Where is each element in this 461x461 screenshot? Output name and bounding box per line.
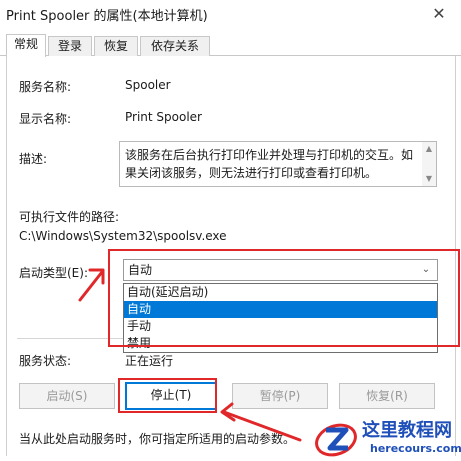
- pause-button[interactable]: 暂停(P): [232, 383, 328, 409]
- exec-path-value: C:\Windows\System32\spoolsv.exe: [19, 229, 227, 243]
- service-name-value: Spooler: [125, 78, 171, 92]
- description-box[interactable]: 该服务在后台执行打印作业并处理与打印机的交互。如果关闭该服务，则无法进行打印或查…: [119, 141, 437, 187]
- service-name-label: 服务名称:: [19, 80, 72, 94]
- startup-option-auto-delayed[interactable]: 自动(延迟启动): [124, 284, 437, 301]
- watermark: 这里教程网 herecours.com: [312, 414, 461, 461]
- startup-type-label: 启动类型(E):: [19, 266, 88, 280]
- status-value: 正在运行: [125, 354, 174, 368]
- scroll-down-icon[interactable]: ▼: [424, 174, 434, 184]
- tab-recovery[interactable]: 恢复: [94, 36, 138, 56]
- description-text: 该服务在后台执行打印作业并处理与打印机的交互。如果关闭该服务，则无法进行打印或查…: [125, 148, 414, 180]
- exec-path-label: 可执行文件的路径:: [19, 210, 120, 224]
- startup-parameters-hint: 当从此处启动服务时，你可指定所适用的启动参数。: [19, 432, 296, 446]
- startup-type-value: 自动: [128, 263, 153, 277]
- tab-logon[interactable]: 登录: [48, 36, 92, 56]
- tab-dependencies[interactable]: 依存关系: [140, 36, 210, 56]
- resume-button[interactable]: 恢复(R): [339, 383, 435, 409]
- watermark-logo-icon: [315, 423, 357, 457]
- startup-type-dropdown: 自动(延迟启动) 自动 手动 禁用: [123, 283, 438, 353]
- description-label: 描述:: [19, 152, 48, 166]
- start-button[interactable]: 启动(S): [19, 383, 115, 409]
- stop-button[interactable]: 停止(T): [125, 382, 217, 410]
- title-bar: Print Spooler 的属性(本地计算机) ✕: [0, 0, 461, 28]
- display-name-label: 显示名称:: [19, 112, 72, 126]
- description-scrollbar[interactable]: ▲ ▼: [422, 142, 436, 186]
- watermark-title: 这里教程网: [362, 420, 452, 441]
- startup-type-select[interactable]: 自动 ⌄: [123, 259, 438, 281]
- display-name-value: Print Spooler: [125, 110, 202, 124]
- startup-option-manual[interactable]: 手动: [124, 318, 437, 335]
- window-title: Print Spooler 的属性(本地计算机): [6, 9, 208, 24]
- startup-option-disabled[interactable]: 禁用: [124, 335, 437, 352]
- startup-option-auto[interactable]: 自动: [124, 301, 437, 318]
- scroll-up-icon[interactable]: ▲: [424, 144, 434, 154]
- watermark-site: herecours.com: [370, 442, 461, 455]
- close-icon[interactable]: ✕: [424, 3, 454, 25]
- tab-general[interactable]: 常规: [6, 34, 46, 57]
- status-label: 服务状态:: [19, 354, 72, 368]
- tab-strip: 常规 登录 恢复 依存关系: [0, 34, 461, 57]
- chevron-down-icon[interactable]: ⌄: [419, 260, 433, 280]
